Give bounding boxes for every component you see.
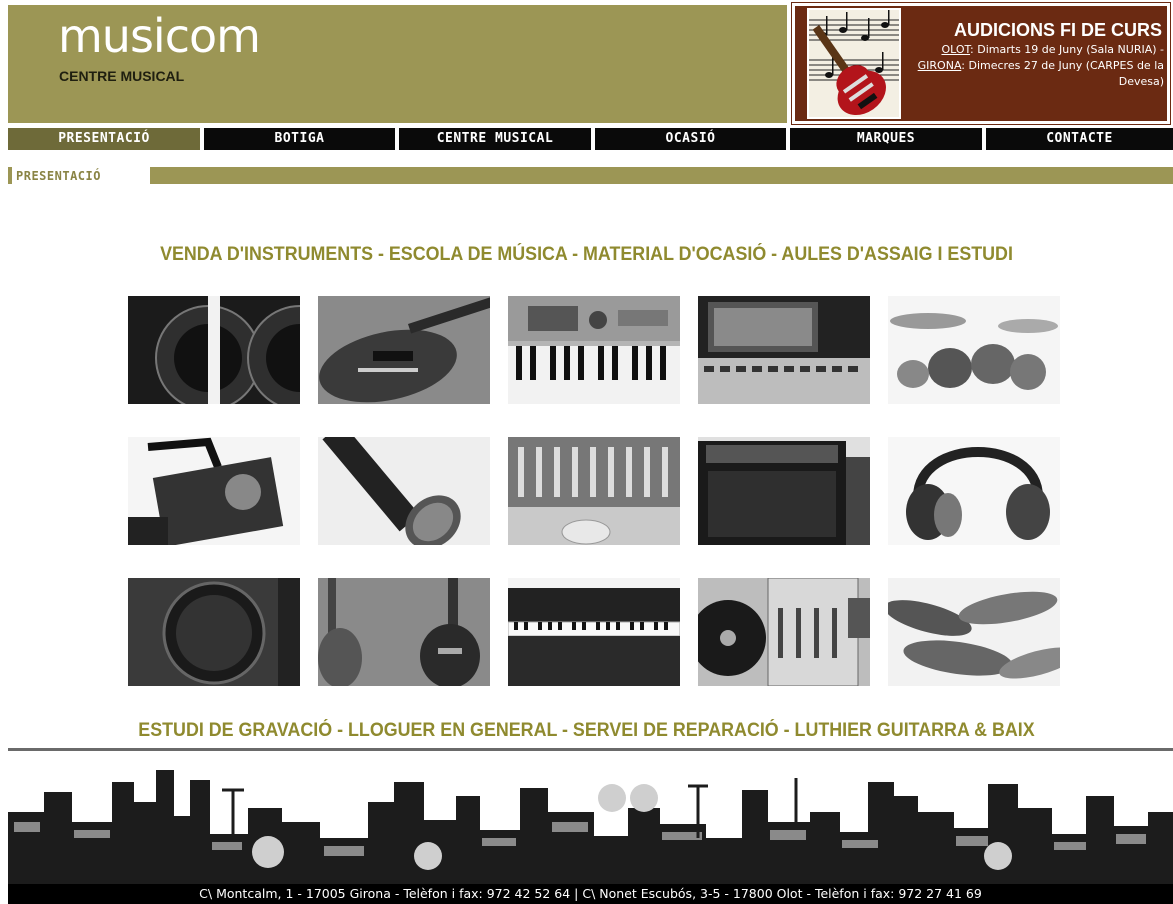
nav-ocasio[interactable]: OCASIÓ xyxy=(595,128,786,150)
guitar-sheet-music-image xyxy=(807,8,901,119)
olot-link[interactable]: OLOT xyxy=(941,43,970,56)
synth-keyboard-photo[interactable] xyxy=(508,296,680,404)
girona-link[interactable]: GIRONA xyxy=(918,59,962,72)
brand-logo[interactable]: musicom xyxy=(58,9,261,63)
section-title: PRESENTACIÓ xyxy=(16,169,101,183)
bass-guitars-photo[interactable] xyxy=(318,578,490,686)
brand-subtitle: CENTRE MUSICAL xyxy=(59,68,185,84)
girona-details: : Dimecres 27 de Juny (CARPES de la Deve… xyxy=(961,59,1164,88)
drum-kit-photo[interactable] xyxy=(888,296,1060,404)
electric-guitar-photo[interactable] xyxy=(318,296,490,404)
nav-marques[interactable]: MARQUES xyxy=(790,128,982,150)
cd-mixer-photo[interactable] xyxy=(508,437,680,545)
speaker-monitors-photo[interactable] xyxy=(128,296,300,404)
olot-details: : Dimarts 19 de Juny (Sala NURIA) - xyxy=(970,43,1164,56)
footer-divider xyxy=(8,748,1173,751)
promo-panel: AUDICIONS FI DE CURS OLOT: Dimarts 19 de… xyxy=(795,6,1167,121)
cymbals-photo[interactable] xyxy=(888,578,1060,686)
guitar-amplifier-photo[interactable] xyxy=(698,437,870,545)
pa-speaker-photo[interactable] xyxy=(128,578,300,686)
footer-address: C\ Montcalm, 1 - 17005 Girona - Telèfon … xyxy=(8,884,1173,904)
nav-contacte[interactable]: CONTACTE xyxy=(986,128,1173,150)
main-nav: PRESENTACIÓ BOTIGA CENTRE MUSICAL OCASIÓ… xyxy=(0,128,1173,150)
dj-turntable-mixer-photo[interactable] xyxy=(698,578,870,686)
section-bar: PRESENTACIÓ xyxy=(8,167,1173,184)
microphone-photo[interactable] xyxy=(318,437,490,545)
section-tab: PRESENTACIÓ xyxy=(8,167,150,184)
stage-light-photo[interactable] xyxy=(128,437,300,545)
equipment-skyline-image xyxy=(8,752,1173,884)
nav-presentacio[interactable]: PRESENTACIÓ xyxy=(8,128,200,150)
promo-banner[interactable]: AUDICIONS FI DE CURS OLOT: Dimarts 19 de… xyxy=(791,2,1171,125)
promo-text: OLOT: Dimarts 19 de Juny (Sala NURIA) - … xyxy=(902,42,1164,90)
nav-centre-musical[interactable]: CENTRE MUSICAL xyxy=(399,128,591,150)
mixing-console-photo[interactable] xyxy=(698,296,870,404)
header: musicom CENTRE MUSICAL AUDICIONS FI DE C… xyxy=(0,0,1173,128)
digital-piano-photo[interactable] xyxy=(508,578,680,686)
headphones-photo[interactable] xyxy=(888,437,1060,545)
services-tagline-bottom: ESTUDI DE GRAVACIÓ - LLOGUER EN GENERAL … xyxy=(138,720,1035,741)
promo-title: AUDICIONS FI DE CURS xyxy=(953,20,1162,40)
nav-botiga[interactable]: BOTIGA xyxy=(204,128,395,150)
brand-banner: musicom CENTRE MUSICAL xyxy=(8,5,787,123)
services-tagline-top: VENDA D'INSTRUMENTS - ESCOLA DE MÚSICA -… xyxy=(160,244,1013,265)
